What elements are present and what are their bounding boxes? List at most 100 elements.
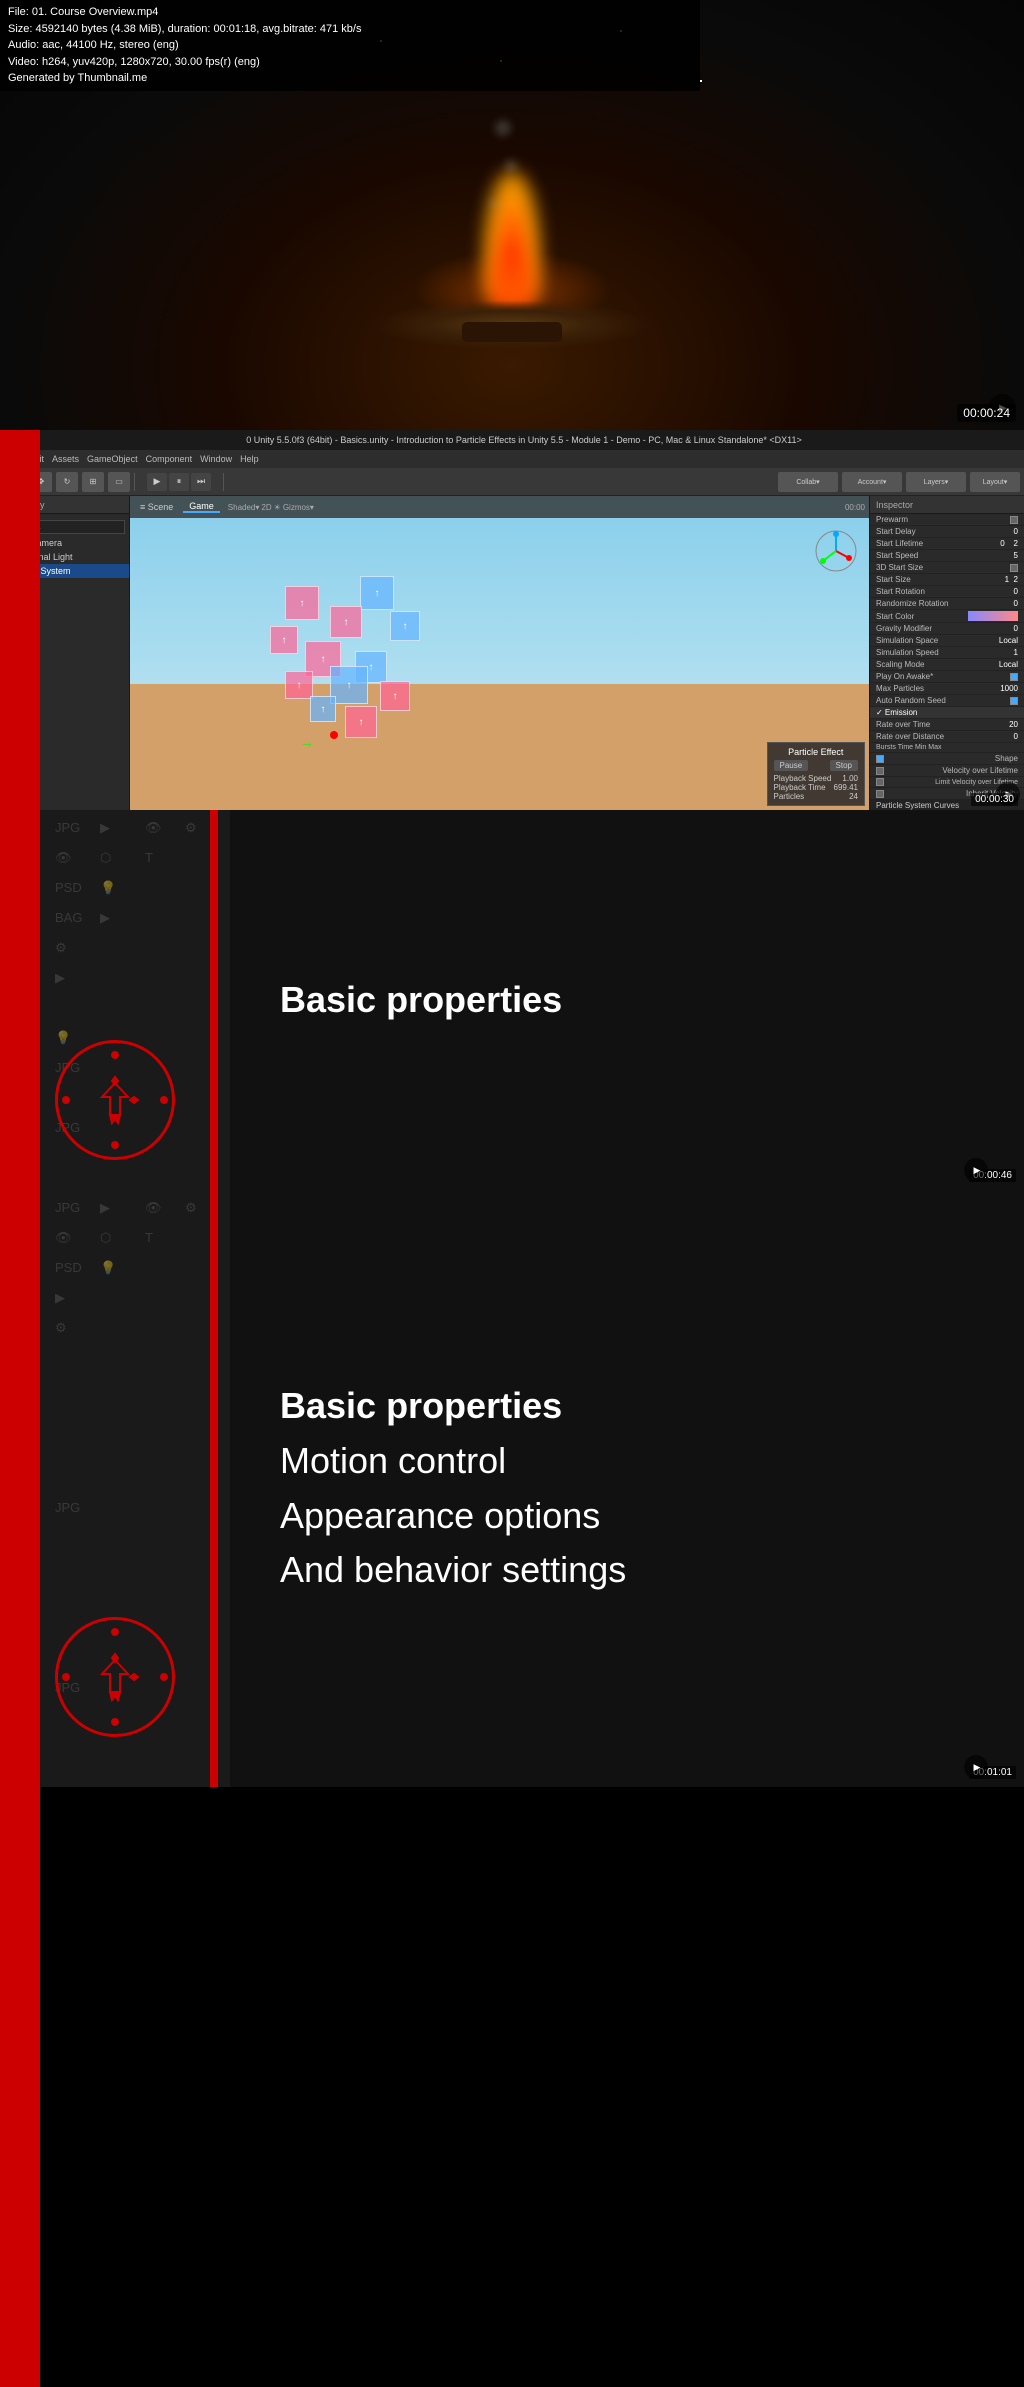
particles-label: Particles: [774, 792, 805, 801]
section2-play-button[interactable]: [964, 1755, 988, 1779]
particle-cube-12: ↑: [345, 706, 377, 738]
campfire-logs: [462, 322, 562, 342]
unity-timestamp: 00:00:30: [971, 793, 1018, 806]
menu-help[interactable]: Help: [240, 454, 259, 464]
basic-properties-section-1: ▭ JPG ▶ 👁 ⚙ ▶ 👁 ⬡ T ⚙ PSD 💡 MOV BAG ▶ 👁 …: [0, 810, 1024, 1190]
menu-window[interactable]: Window: [200, 454, 232, 464]
inspector-row-start-size: Start Size1 2: [870, 574, 1024, 586]
menu-component[interactable]: Component: [146, 454, 193, 464]
inspector-row-randomize: Randomize Rotation0: [870, 598, 1024, 610]
inspector-row-emission[interactable]: ✓ Emission: [870, 707, 1024, 719]
inherit-checkbox[interactable]: [876, 790, 884, 798]
deco-icon-5: ⚙: [185, 820, 197, 836]
toolbar-rotate[interactable]: ↻: [56, 472, 78, 492]
deco-icon-b9: T: [145, 1230, 153, 1245]
3d-size-checkbox[interactable]: [1010, 564, 1018, 572]
scene-tab-scene[interactable]: ≡ Scene: [134, 502, 179, 512]
start-color-swatch[interactable]: [968, 611, 1018, 621]
scene-tab-game[interactable]: Game: [183, 501, 220, 513]
unity-window-title: 0 Unity 5.5.0f3 (64bit) - Basics.unity -…: [30, 435, 1018, 445]
pen-icon-svg-1: [90, 1075, 140, 1125]
deco-icon-9: T: [145, 850, 153, 865]
smoke-1: [490, 200, 498, 208]
particle-cube-10: ↑: [380, 681, 410, 711]
layers-button[interactable]: Layers▾: [906, 472, 966, 492]
scene-2d[interactable]: 2D: [261, 503, 271, 512]
limit-velocity-checkbox[interactable]: [876, 778, 884, 786]
pause-button[interactable]: ⏸: [169, 473, 189, 491]
playback-time-row: Playback Time 699.41: [774, 783, 859, 792]
deco-icon-11: PSD: [55, 880, 82, 895]
deco-icon-7: 👁: [55, 850, 72, 866]
particles-row: Particles 24: [774, 792, 859, 801]
inspector-row-rate-time: Rate over Time20: [870, 719, 1024, 731]
unity-scene-view[interactable]: ≡ Scene Game Shaded▾ 2D ☀ Gizmos▾ 00:00 …: [130, 496, 869, 810]
red-stripe-2: [210, 1190, 218, 1787]
list-item-behavior: And behavior settings: [280, 1547, 974, 1594]
particle-cube-8: ↑: [285, 671, 313, 699]
unity-titlebar: 0 Unity 5.5.0f3 (64bit) - Basics.unity -…: [0, 430, 1024, 450]
info-line-3: Audio: aac, 44100 Hz, stereo (eng): [8, 37, 692, 54]
scene-shaded[interactable]: Shaded▾: [228, 503, 260, 512]
inspector-row-play-awake: Play On Awake*: [870, 671, 1024, 683]
deco-icon-b12: 💡: [100, 1260, 116, 1276]
play-awake-checkbox[interactable]: [1010, 673, 1018, 681]
menu-gameobject[interactable]: GameObject: [87, 454, 138, 464]
playback-speed-value: 1.00: [842, 774, 858, 783]
inspector-row-start-delay: Start Delay0: [870, 526, 1024, 538]
inspector-row-max-particles: Max Particles1000: [870, 683, 1024, 695]
unity-menubar: File Edit Assets GameObject Component Wi…: [0, 450, 1024, 468]
unity-main-area: Hierarchy Main Camera Directional Light …: [0, 496, 1024, 810]
velocity-checkbox[interactable]: [876, 767, 884, 775]
toolbar-scale[interactable]: ⊞: [82, 472, 104, 492]
unity-inspector-panel: Inspector Prewarm Start Delay0 Start Lif…: [869, 496, 1024, 810]
playback-speed-label: Playback Speed: [774, 774, 832, 783]
scene-ground: [130, 684, 869, 810]
deco-icon-b8: ⬡: [100, 1230, 111, 1246]
main-icon-circle-2: [55, 1617, 175, 1737]
auto-seed-checkbox[interactable]: [1010, 697, 1018, 705]
properties-list: Basic properties Motion control Appearan…: [230, 1190, 1024, 1787]
account-button[interactable]: Account▾: [842, 472, 902, 492]
inspector-row-sim-speed: Simulation Speed1: [870, 647, 1024, 659]
info-line-1: File: 01. Course Overview.mp4: [8, 4, 692, 21]
deco-icon-17: ⚙: [55, 940, 67, 956]
stop-btn[interactable]: Stop: [830, 760, 858, 771]
info-line-4: Video: h264, yuv420p, 1280x720, 30.00 fp…: [8, 54, 692, 71]
particle-cube-1: ↑: [285, 586, 319, 620]
step-button[interactable]: ⏭: [191, 473, 211, 491]
particle-cube-3: ↑: [270, 626, 298, 654]
deco-icon-b23: JPG: [55, 1500, 80, 1515]
layout-button[interactable]: Layout▾: [970, 472, 1020, 492]
scene-toolbar: ≡ Scene Game Shaded▾ 2D ☀ Gizmos▾ 00:00: [130, 496, 869, 518]
menu-assets[interactable]: Assets: [52, 454, 79, 464]
play-controls: ▶ ⏸ ⏭: [147, 473, 211, 491]
inspector-header: Inspector: [870, 496, 1024, 514]
deco-icon-3: ▶: [100, 820, 110, 836]
top-info-bar: File: 01. Course Overview.mp4 Size: 4592…: [0, 0, 700, 91]
section1-play-button[interactable]: [964, 1158, 988, 1182]
scene-lighting[interactable]: ☀: [274, 503, 281, 512]
deco-icon-15: ▶: [100, 910, 110, 926]
particle-cube-2: ↑: [360, 576, 394, 610]
all-properties-section: ▭ JPG ▶ 👁 ⚙ ▶ 👁 ⬡ T ⚙ PSD 💡 MOV ▶ 👁 ⚙ PN…: [0, 1190, 1024, 1787]
deco-icon-b4: 👁: [145, 1200, 162, 1216]
play-button[interactable]: ▶: [147, 473, 167, 491]
particle-cube-5: ↑: [390, 611, 420, 641]
particles-value: 24: [849, 792, 858, 801]
shape-checkbox[interactable]: [876, 755, 884, 763]
scene-fx[interactable]: Gizmos▾: [283, 503, 314, 512]
deco-icon-2: JPG: [55, 820, 80, 835]
scene-stats: 00:00: [845, 503, 865, 512]
toolbar-rect[interactable]: ▭: [108, 472, 130, 492]
particle-effect-label: Particle Effect: [774, 747, 859, 757]
deco-icon-8: ⬡: [100, 850, 111, 866]
deco-icon-12: 💡: [100, 880, 116, 896]
smoke-2: [505, 160, 517, 172]
inspector-row-velocity: Velocity over Lifetime: [870, 765, 1024, 777]
inspector-row-prewarm: Prewarm: [870, 514, 1024, 526]
collab-button[interactable]: Collab▾: [778, 472, 838, 492]
prewarm-checkbox[interactable]: [1010, 516, 1018, 524]
inspector-row-auto-seed: Auto Random Seed: [870, 695, 1024, 707]
pause-btn[interactable]: Pause: [774, 760, 809, 771]
